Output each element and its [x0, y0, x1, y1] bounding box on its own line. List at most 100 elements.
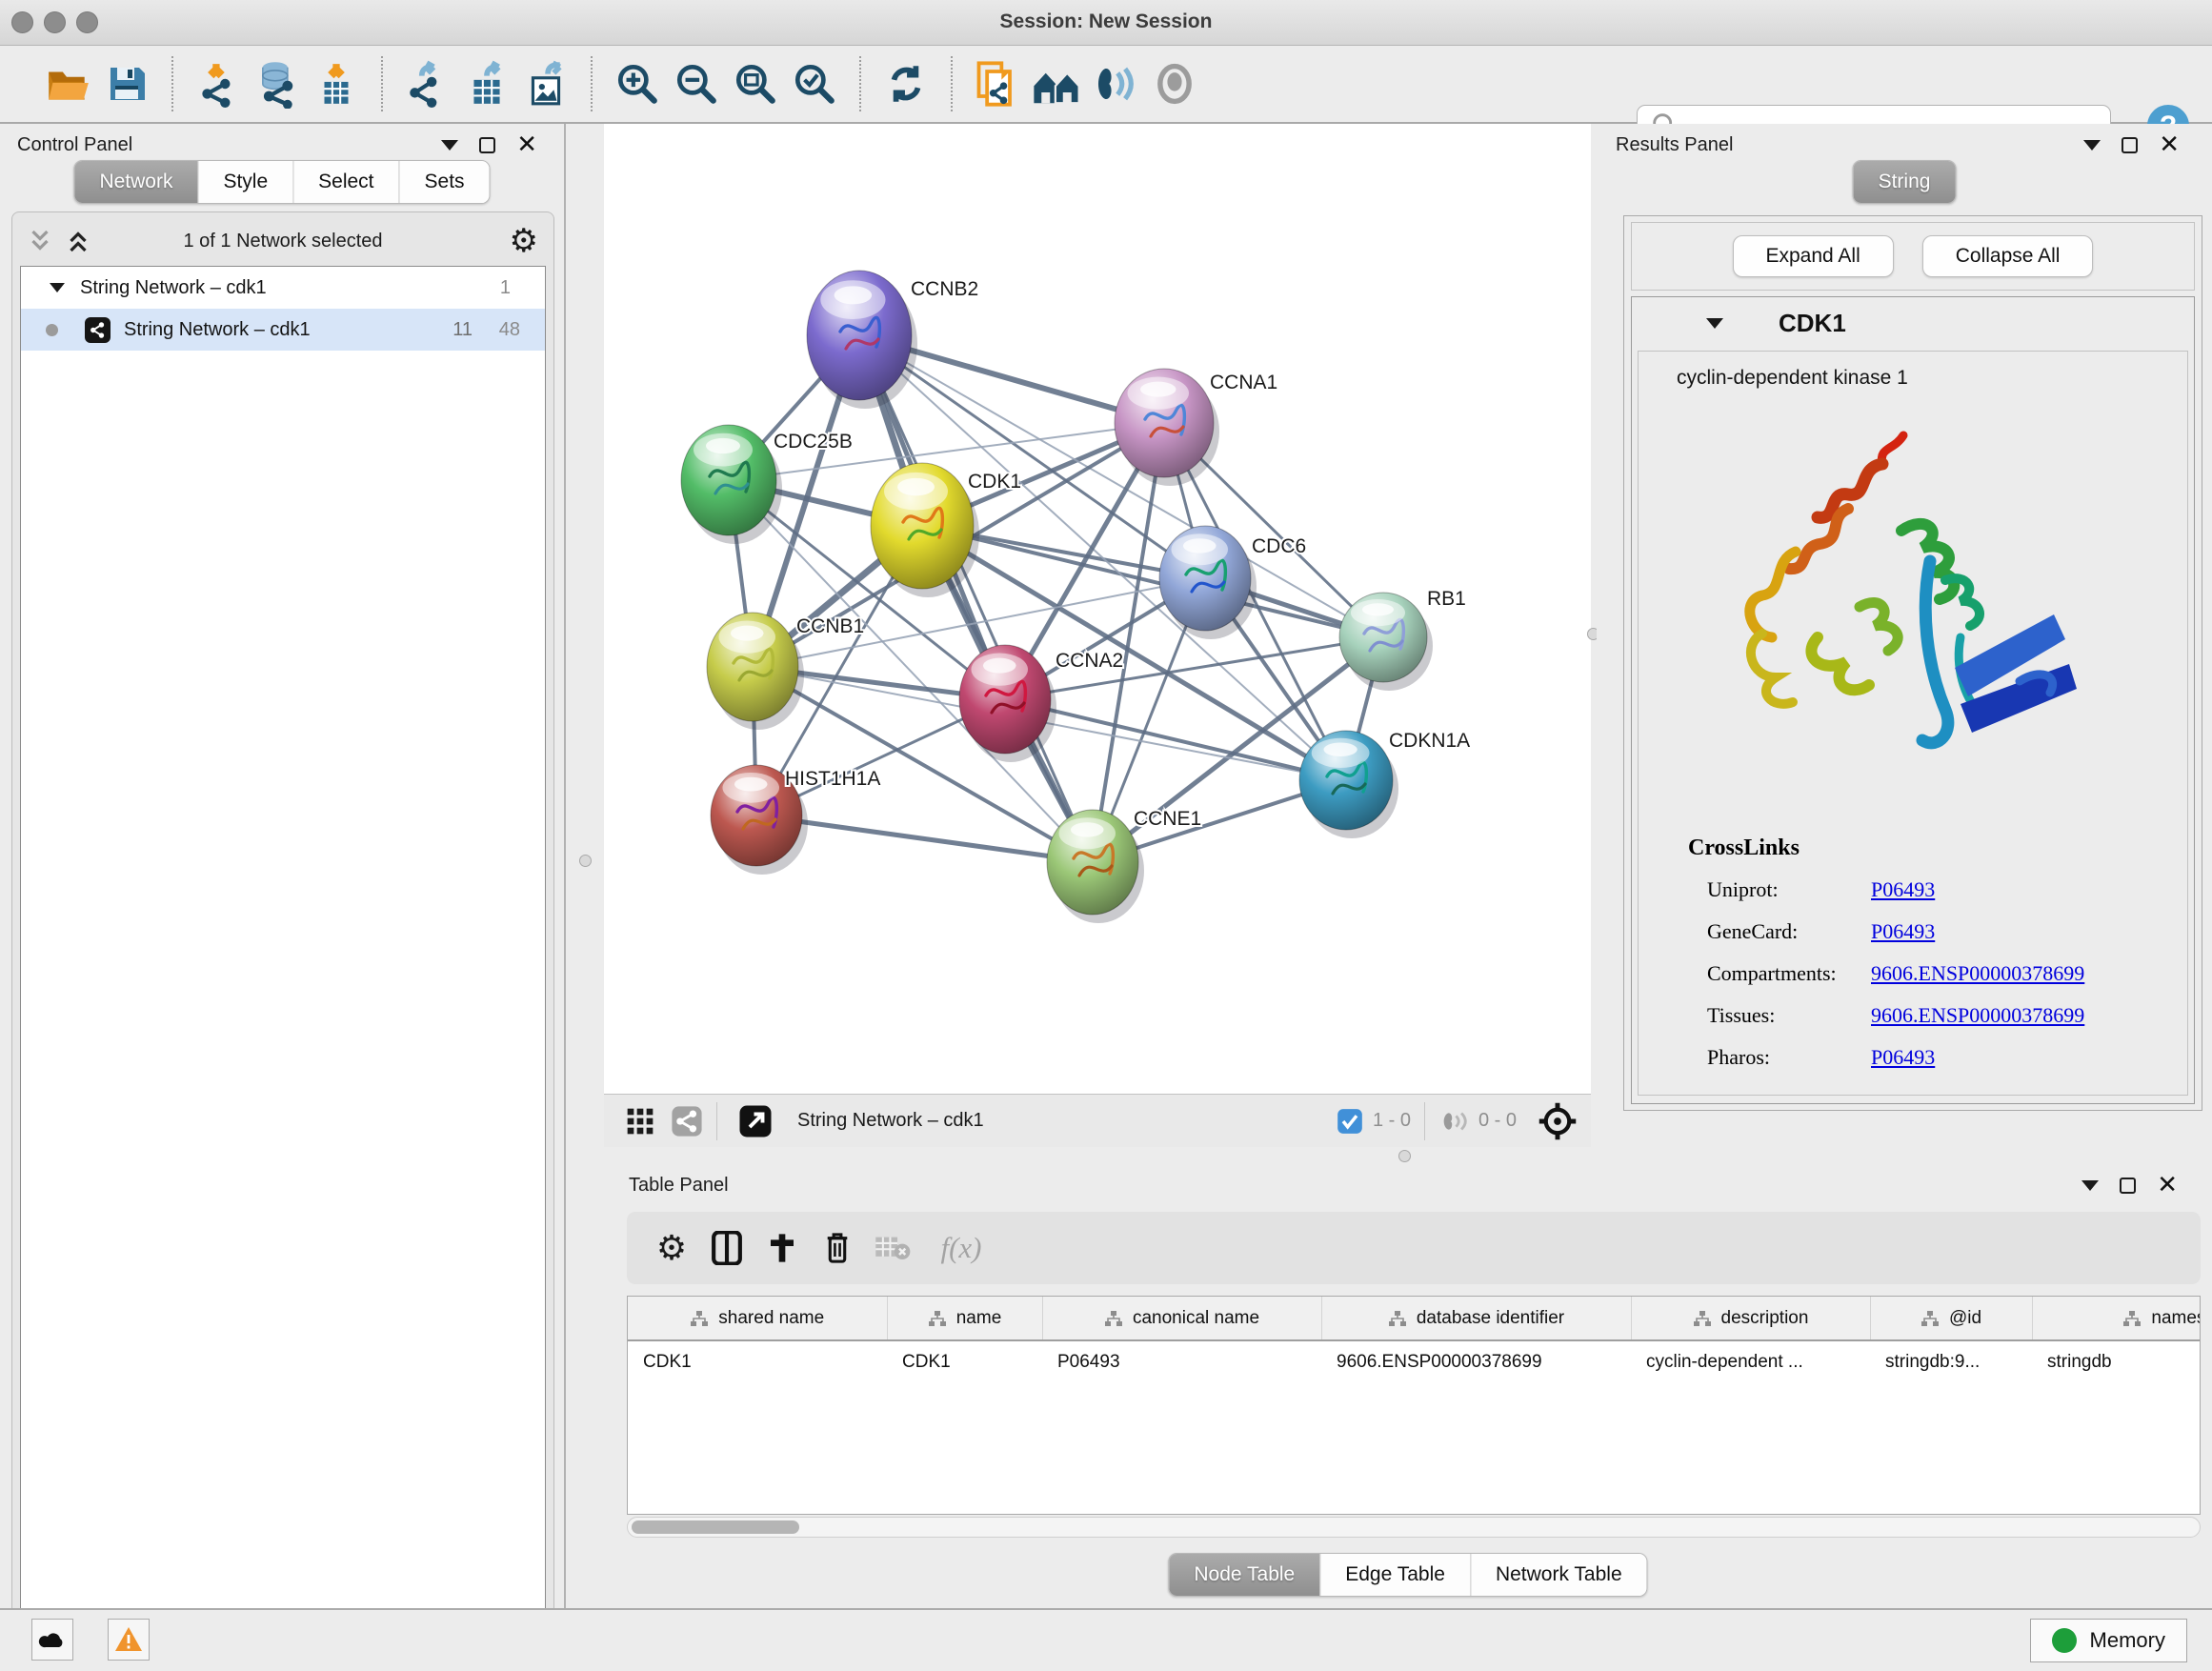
- network-options-gear-icon[interactable]: ⚙: [510, 222, 538, 260]
- export-image-button[interactable]: [516, 54, 575, 113]
- node-CCNA1[interactable]: CCNA1: [1115, 369, 1277, 486]
- column-header-namespace[interactable]: namespace: [2032, 1297, 2201, 1340]
- open-in-new-window-icon[interactable]: [738, 1104, 773, 1138]
- collapse-all-button[interactable]: Collapse All: [1922, 235, 2094, 277]
- import-network-file-button[interactable]: [189, 54, 248, 113]
- edge-CCNB2-CCNE1[interactable]: [859, 335, 1093, 862]
- node-CDC6[interactable]: CDC6: [1159, 526, 1306, 639]
- network-row-selected[interactable]: String Network – cdk1 11 48: [21, 309, 545, 351]
- hide-glasses-button[interactable]: [1086, 54, 1145, 113]
- string-home-button[interactable]: [1027, 54, 1086, 113]
- tab-network[interactable]: Network: [74, 161, 197, 203]
- show-eye-button[interactable]: [1145, 54, 1204, 113]
- crosslink-link[interactable]: P06493: [1871, 877, 1935, 902]
- export-table-button[interactable]: [457, 54, 516, 113]
- tree-expand-caret-icon[interactable]: [50, 283, 65, 292]
- tab-edge-table[interactable]: Edge Table: [1319, 1554, 1470, 1596]
- table-cell[interactable]: stringdb: [2032, 1340, 2201, 1382]
- tab-select[interactable]: Select: [292, 161, 398, 203]
- node-CCNA2[interactable]: CCNA2: [959, 645, 1123, 762]
- node-label-CCNA1: CCNA1: [1210, 372, 1277, 393]
- tab-string[interactable]: String: [1854, 161, 1956, 203]
- tab-node-table[interactable]: Node Table: [1169, 1554, 1319, 1596]
- crosslink-link[interactable]: P06493: [1871, 1045, 1935, 1070]
- table-cell[interactable]: CDK1: [628, 1340, 887, 1382]
- panel-float-icon[interactable]: [2120, 1178, 2136, 1194]
- clone-network-button[interactable]: [968, 54, 1027, 113]
- crosslink-link[interactable]: 9606.ENSP00000378699: [1871, 961, 2084, 986]
- delete-column-trash-icon[interactable]: [810, 1220, 865, 1276]
- node-CCNB2[interactable]: CCNB2: [807, 271, 978, 409]
- warnings-button[interactable]: [108, 1619, 150, 1661]
- table-cell[interactable]: CDK1: [887, 1340, 1042, 1382]
- node-CDC25B[interactable]: CDC25B: [681, 425, 853, 544]
- gene-description: cyclin-dependent kinase 1: [1677, 367, 2187, 390]
- birdseye-crosshair-icon[interactable]: [1538, 1101, 1578, 1141]
- tab-sets[interactable]: Sets: [399, 161, 490, 203]
- panel-float-icon[interactable]: [2122, 137, 2138, 153]
- import-network-icon: [194, 60, 242, 108]
- apply-style-button[interactable]: [876, 54, 935, 113]
- column-header-shared-name[interactable]: shared name: [628, 1297, 887, 1340]
- node-label-CDC25B: CDC25B: [774, 431, 853, 453]
- zoom-fit-button[interactable]: [726, 54, 785, 113]
- column-header-name[interactable]: name: [887, 1297, 1042, 1340]
- toolbar-separator: [171, 56, 173, 111]
- node-HIST1H1A[interactable]: HIST1H1A: [711, 765, 880, 875]
- crosslink-row: Uniprot:P06493: [1688, 869, 2084, 911]
- export-network-button[interactable]: [398, 54, 457, 113]
- left-splitter-handle-icon[interactable]: [579, 855, 592, 867]
- node-label-CCNE1: CCNE1: [1134, 808, 1201, 830]
- column-header-canonical-name[interactable]: canonical name: [1042, 1297, 1321, 1340]
- crosslink-link[interactable]: P06493: [1871, 919, 1935, 944]
- table-row[interactable]: CDK1CDK1P064939606.ENSP00000378699cyclin…: [628, 1340, 2201, 1382]
- open-session-button[interactable]: [38, 54, 97, 113]
- panel-close-icon[interactable]: ✕: [2159, 137, 2180, 153]
- node-RB1[interactable]: RB1: [1339, 588, 1466, 691]
- zoom-out-button[interactable]: [667, 54, 726, 113]
- zoom-selected-button[interactable]: [785, 54, 844, 113]
- show-columns-icon[interactable]: [699, 1220, 754, 1276]
- table-cell[interactable]: P06493: [1042, 1340, 1321, 1382]
- add-column-icon[interactable]: [754, 1220, 810, 1276]
- panel-close-icon[interactable]: ✕: [2157, 1178, 2178, 1194]
- node-CDKN1A[interactable]: CDKN1A: [1299, 730, 1470, 838]
- panel-close-icon[interactable]: ✕: [516, 137, 537, 153]
- selected-checkbox-icon[interactable]: [1337, 1108, 1363, 1135]
- section-collapse-caret-icon[interactable]: [1706, 318, 1723, 329]
- table-cell[interactable]: cyclin-dependent ...: [1631, 1340, 1870, 1382]
- export-network-icon: [404, 60, 452, 108]
- table-cell[interactable]: stringdb:9...: [1870, 1340, 2032, 1382]
- table-horizontal-scrollbar[interactable]: [627, 1517, 2201, 1538]
- tab-style[interactable]: Style: [197, 161, 292, 203]
- column-header-database-identifier[interactable]: database identifier: [1321, 1297, 1631, 1340]
- column-header--id[interactable]: @id: [1870, 1297, 2032, 1340]
- tab-network-table[interactable]: Network Table: [1470, 1554, 1647, 1596]
- gene-section-header[interactable]: CDK1: [1632, 297, 2194, 349]
- grid-view-icon[interactable]: [625, 1106, 655, 1137]
- export-table-icon: [463, 60, 511, 108]
- bottom-splitter-handle-icon[interactable]: [1398, 1150, 1411, 1162]
- zoom-in-button[interactable]: [608, 54, 667, 113]
- table-cell[interactable]: 9606.ENSP00000378699: [1321, 1340, 1631, 1382]
- crosslink-link[interactable]: 9606.ENSP00000378699: [1871, 1003, 2084, 1028]
- panel-float-icon[interactable]: [479, 137, 495, 153]
- table-options-gear-icon[interactable]: ⚙: [644, 1220, 699, 1276]
- import-network-database-button[interactable]: [248, 54, 307, 113]
- network-panel-body: 1 of 1 Network selected ⚙ String Network…: [11, 211, 554, 1671]
- scrollbar-thumb[interactable]: [632, 1520, 799, 1534]
- panel-menu-caret-icon[interactable]: [2083, 140, 2101, 151]
- memory-button[interactable]: Memory: [2030, 1619, 2187, 1662]
- node-CCNE1[interactable]: CCNE1: [1047, 808, 1201, 923]
- node-CDK1[interactable]: CDK1: [871, 463, 1021, 597]
- panel-menu-caret-icon[interactable]: [441, 140, 458, 151]
- panel-menu-caret-icon[interactable]: [2081, 1180, 2099, 1191]
- import-table-button[interactable]: [307, 54, 366, 113]
- network-view-canvas[interactable]: CCNB2CCNA1CDC25BCDK1CDC6RB1CCNB1CCNA2CDK…: [604, 124, 1591, 1094]
- column-header-description[interactable]: description: [1631, 1297, 1870, 1340]
- save-session-button[interactable]: [97, 54, 156, 113]
- network-view-share-icon[interactable]: [671, 1105, 703, 1137]
- expand-all-button[interactable]: Expand All: [1733, 235, 1894, 277]
- cloud-status-button[interactable]: [31, 1619, 73, 1661]
- network-collection-row[interactable]: String Network – cdk1 1: [21, 267, 545, 309]
